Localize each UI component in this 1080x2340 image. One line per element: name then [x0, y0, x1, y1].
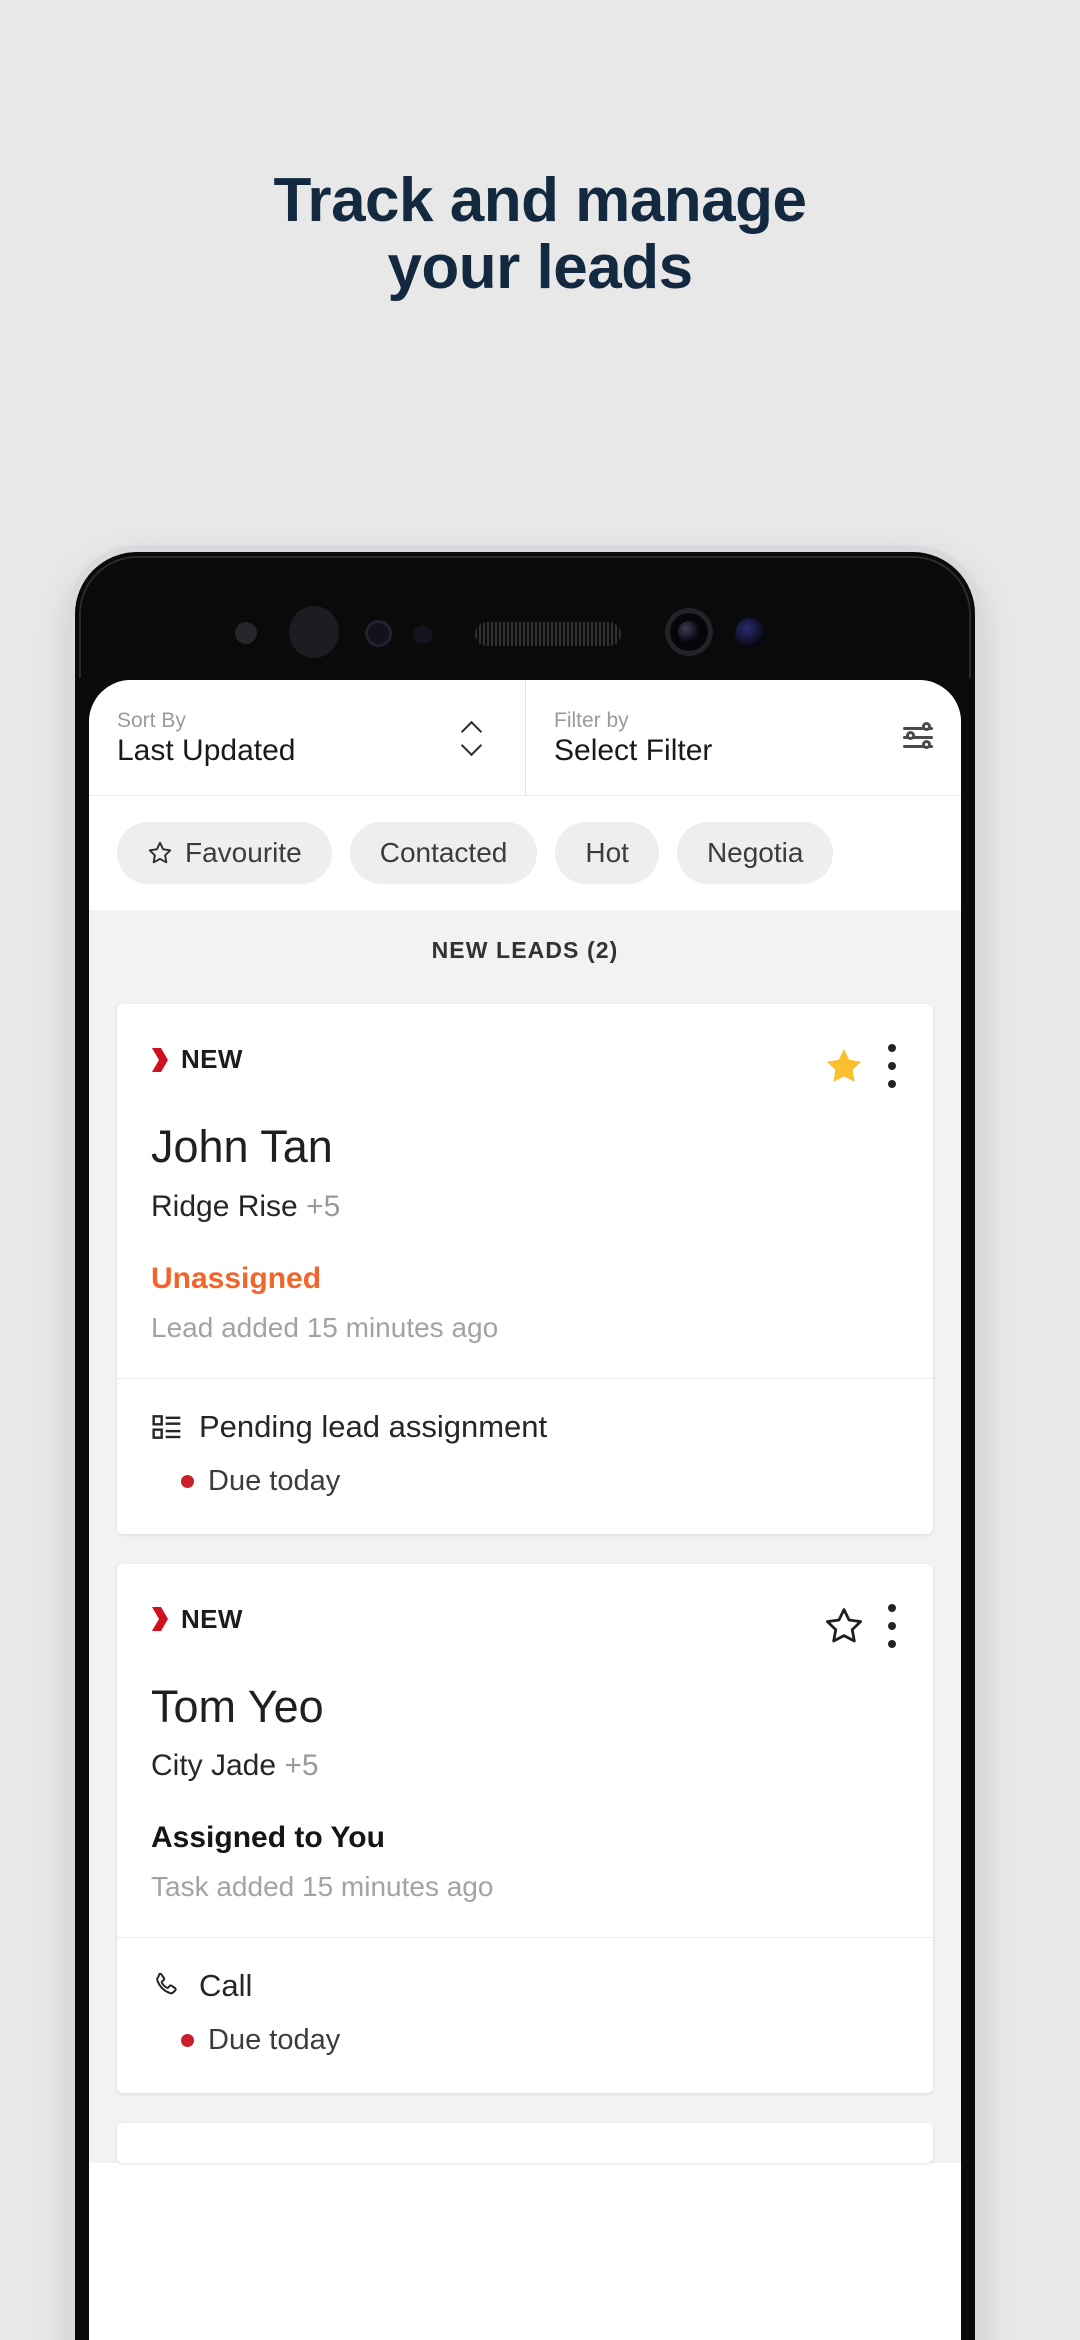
filter-chip-label: Contacted: [379, 837, 508, 868]
lead-task-section[interactable]: Pending lead assignment Due today: [117, 1377, 933, 1534]
kebab-menu-icon[interactable]: [887, 1603, 897, 1648]
lead-project-extra: +5: [306, 1189, 341, 1223]
lead-status: Unassigned: [151, 1261, 322, 1295]
filter-chip-label: Favourite: [185, 837, 302, 868]
light-sensor-icon: [413, 625, 432, 644]
section-header-new-leads: NEW LEADS (2): [89, 910, 961, 990]
lead-task-label: Pending lead assignment: [199, 1408, 548, 1444]
phone-screen: Sort By Last Updated Filter by Select Fi…: [89, 680, 961, 2340]
lead-project: City Jade +5: [151, 1749, 899, 1783]
task-list-icon: [152, 1414, 181, 1439]
lead-project-name: Ridge Rise: [151, 1189, 298, 1223]
lead-task-section[interactable]: Call Due today: [117, 1937, 933, 2093]
star-outline-icon: [148, 841, 172, 864]
filter-sliders-icon[interactable]: [903, 721, 937, 755]
lead-meta: Lead added 15 minutes ago: [151, 1311, 499, 1343]
filter-chip-row[interactable]: Favourite Contacted Hot Negotia: [89, 796, 961, 910]
lead-task-due-label: Due today: [208, 2024, 341, 2056]
star-filled-icon[interactable]: [823, 1045, 865, 1087]
lead-list: NEW John Tan Ridge Rise +5 Unassigned Le…: [89, 990, 961, 2163]
sort-by-value: Last Updated: [117, 733, 296, 767]
chevron-down-icon: [463, 741, 483, 752]
new-lead-badge: NEW: [151, 1044, 243, 1075]
filter-by-value: Select Filter: [554, 733, 713, 767]
lead-project: Ridge Rise +5: [151, 1190, 899, 1224]
red-ribbon-icon: [152, 1047, 168, 1072]
lead-card[interactable]: NEW John Tan Ridge Rise +5 Unassigned Le…: [117, 1004, 933, 1534]
lead-card-partial[interactable]: [117, 2123, 933, 2163]
lead-name: Tom Yeo: [151, 1680, 324, 1732]
phone-call-icon: [156, 1972, 177, 1995]
filter-chip-label: Negotia: [706, 837, 804, 868]
filter-chip-label: Hot: [585, 837, 629, 868]
sort-by-control[interactable]: Sort By Last Updated: [89, 680, 525, 795]
headline-line-1: Track and manage: [273, 166, 807, 235]
lead-project-extra: +5: [284, 1749, 319, 1782]
new-lead-badge-label: NEW: [181, 1603, 243, 1634]
secondary-camera-icon: [735, 618, 765, 648]
chevron-up-icon: [463, 723, 483, 734]
lead-meta: Task added 15 minutes ago: [151, 1871, 494, 1902]
sensor-dot-icon: [235, 622, 257, 644]
lead-task-label: Call: [199, 1968, 253, 2003]
filter-chip-negotiation[interactable]: Negotia: [676, 822, 834, 884]
filter-chip-contacted[interactable]: Contacted: [349, 822, 538, 884]
red-ribbon-icon: [152, 1607, 168, 1631]
iris-sensor-icon: [365, 620, 392, 647]
filter-chip-hot[interactable]: Hot: [555, 822, 659, 884]
sort-by-label: Sort By: [117, 708, 186, 732]
kebab-menu-icon[interactable]: [887, 1044, 897, 1088]
lead-name: John Tan: [151, 1121, 333, 1172]
page-title: Track and manage your leads: [0, 166, 1080, 302]
headline-line-2: your leads: [387, 232, 693, 302]
star-outline-icon[interactable]: [823, 1605, 865, 1647]
lead-task-due: Due today: [151, 1465, 899, 1498]
new-lead-badge: NEW: [151, 1604, 243, 1635]
earpiece-speaker-icon: [475, 622, 621, 646]
due-dot-icon: [181, 1474, 194, 1488]
promo-screenshot: Track and manage your leads Sort By Last…: [0, 0, 1080, 2340]
lead-project-name: City Jade: [151, 1749, 277, 1782]
phone-mockup: Sort By Last Updated Filter by Select Fi…: [75, 552, 975, 2340]
sort-arrows-icon[interactable]: [463, 723, 501, 752]
front-camera-icon: [665, 608, 713, 656]
sort-filter-bar: Sort By Last Updated Filter by Select Fi…: [89, 680, 961, 796]
proximity-sensor-icon: [289, 606, 339, 658]
new-lead-badge-label: NEW: [181, 1044, 243, 1074]
lead-task-due-label: Due today: [208, 1464, 341, 1497]
phone-sensor-row: [75, 600, 975, 670]
filter-by-control[interactable]: Filter by Select Filter: [525, 680, 961, 795]
lead-task-due: Due today: [151, 2024, 899, 2057]
lead-card[interactable]: NEW Tom Yeo City Jade +5 Assigned to You…: [117, 1563, 933, 2093]
lead-status: Assigned to You: [151, 1821, 385, 1854]
due-dot-icon: [181, 2034, 194, 2047]
filter-by-label: Filter by: [554, 708, 629, 732]
filter-chip-favourite[interactable]: Favourite: [117, 822, 332, 884]
